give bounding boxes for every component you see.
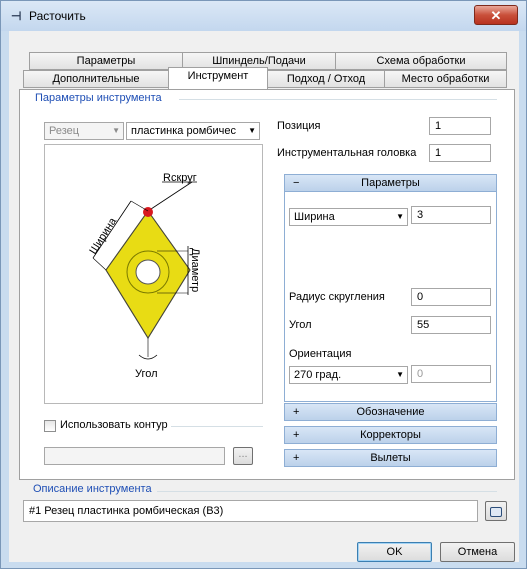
radius-rounding-label: Радиус скругления [289, 291, 385, 303]
diameter-label: Диаметр [189, 248, 201, 292]
edit-icon [490, 507, 502, 517]
param-value-input[interactable]: 3 [411, 206, 491, 224]
angle-input[interactable]: 55 [411, 316, 491, 334]
window-title: Расточить [29, 9, 86, 23]
chevron-down-icon: ▼ [112, 126, 120, 135]
description-legend: Описание инструмента [33, 483, 152, 495]
description-group-line [157, 491, 497, 492]
app-icon: ⊣ [11, 9, 22, 23]
tab-additional[interactable]: Дополнительные [23, 70, 169, 88]
tool-preview: Rскруг Ширина Диаметр Угол [44, 144, 263, 404]
tool-head-label: Инструментальная головка [277, 147, 417, 159]
tool-head-input[interactable]: 1 [429, 144, 491, 162]
position-label: Позиция [277, 120, 321, 132]
use-contour-checkbox[interactable] [44, 420, 56, 432]
ok-button[interactable]: OK [357, 542, 432, 562]
radius-label: Rскруг [163, 172, 197, 184]
dialog-window: ⊣ Расточить ✕ Параметры Шпиндель/Подачи … [0, 0, 527, 569]
tool-params-legend: Параметры инструмента [33, 92, 164, 104]
contour-group-line [171, 426, 263, 427]
params-section-header[interactable]: − Параметры [284, 174, 497, 192]
overhangs-section-header[interactable]: + Вылеты [284, 449, 497, 467]
tab-approach-retract[interactable]: Подход / Отход [267, 70, 385, 88]
tab-tool[interactable]: Инструмент [168, 67, 268, 89]
chevron-down-icon: ▼ [396, 212, 404, 221]
insert-shape-combo[interactable]: пластинка ромбичес ▼ [126, 122, 260, 140]
close-button[interactable]: ✕ [474, 5, 518, 25]
contour-browse-button: ... [233, 447, 253, 465]
description-input[interactable]: #1 Резец пластинка ромбическая (B3) [23, 500, 478, 522]
chevron-down-icon: ▼ [396, 370, 404, 379]
position-input[interactable]: 1 [429, 117, 491, 135]
group-separator [179, 99, 497, 100]
orientation-combo[interactable]: 270 град. ▼ [289, 366, 408, 384]
width-label: Ширина [87, 215, 119, 257]
tab-machining-scheme[interactable]: Схема обработки [335, 52, 507, 70]
insert-diagram: Rскруг Ширина Диаметр Угол [87, 172, 201, 380]
orientation-label: Ориентация [289, 348, 352, 360]
designation-section-header[interactable]: + Обозначение [284, 403, 497, 421]
insert-hole [135, 259, 161, 285]
correctors-section-header[interactable]: + Корректоры [284, 426, 497, 444]
contour-input [44, 447, 225, 465]
param-select-combo[interactable]: Ширина ▼ [289, 208, 408, 226]
chevron-down-icon: ▼ [248, 126, 256, 135]
cancel-button[interactable]: Отмена [440, 542, 515, 562]
use-contour-label: Использовать контур [60, 419, 168, 431]
title-bar[interactable]: ⊣ Расточить ✕ [1, 1, 526, 31]
tool-type-combo: Резец ▼ [44, 122, 124, 140]
orientation-value-input: 0 [411, 365, 491, 383]
angle-label: Угол [135, 368, 158, 380]
description-edit-button[interactable] [485, 501, 507, 521]
angle-field-label: Угол [289, 319, 312, 331]
radius-rounding-input[interactable]: 0 [411, 288, 491, 306]
tab-parameters[interactable]: Параметры [29, 52, 183, 70]
tab-machining-place[interactable]: Место обработки [384, 70, 507, 88]
tip-marker [143, 207, 153, 217]
